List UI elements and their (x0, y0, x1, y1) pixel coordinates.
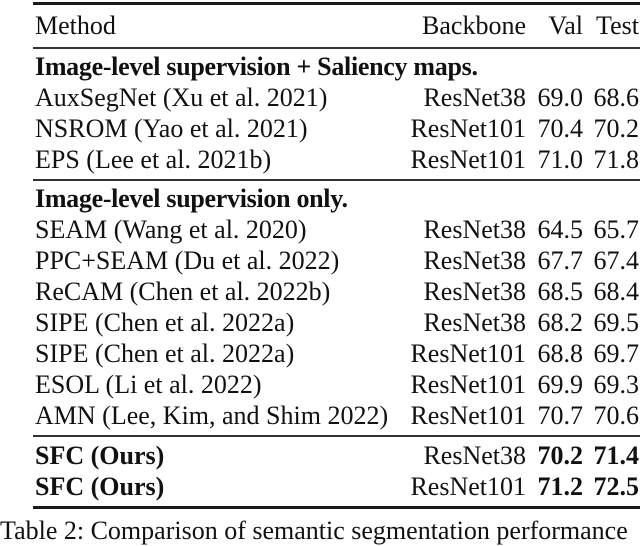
method-cell: ESOL (Li et al. 2022) (35, 370, 262, 399)
table-row: AuxSegNet (Xu et al. 2021) ResNet38 69.0… (33, 82, 640, 113)
backbone-cell: ResNet101 (410, 472, 526, 501)
section-title: Image-level supervision only. (35, 184, 348, 213)
val-cell: 69.9 (537, 370, 584, 399)
table-row: SIPE (Chen et al. 2022a) ResNet38 68.2 6… (33, 307, 640, 338)
method-cell: SEAM (Wang et al. 2020) (35, 215, 307, 244)
section-rule (33, 179, 640, 181)
method-cell: SIPE (Chen et al. 2022a) (35, 308, 295, 337)
backbone-cell: ResNet101 (410, 145, 526, 174)
table-row-ours: SFC (Ours) ResNet101 71.2 72.5 (33, 471, 640, 502)
header-test: Test (596, 11, 639, 40)
val-cell: 67.7 (537, 246, 584, 275)
backbone-cell: ResNet101 (410, 339, 526, 368)
backbone-cell: ResNet38 (423, 83, 526, 112)
val-cell: 68.8 (537, 339, 584, 368)
test-cell: 69.7 (593, 339, 640, 368)
bottom-rule (33, 506, 640, 509)
table-row: AMN (Lee, Kim, and Shim 2022) ResNet101 … (33, 400, 640, 431)
val-cell: 69.0 (537, 83, 584, 112)
results-table: Method Backbone Val Test Image-level sup… (33, 2, 640, 509)
val-cell: 71.2 (537, 472, 584, 501)
test-cell: 65.7 (593, 215, 640, 244)
method-cell: SIPE (Chen et al. 2022a) (35, 339, 295, 368)
test-cell: 68.6 (593, 83, 640, 112)
header-method: Method (35, 11, 116, 40)
backbone-cell: ResNet101 (410, 370, 526, 399)
backbone-cell: ResNet38 (423, 215, 526, 244)
val-cell: 68.2 (537, 308, 584, 337)
val-cell: 71.0 (537, 145, 584, 174)
method-cell: PPC+SEAM (Du et al. 2022) (35, 246, 340, 275)
backbone-cell: ResNet38 (423, 308, 526, 337)
backbone-cell: ResNet38 (423, 246, 526, 275)
section-title: Image-level supervision + Saliency maps. (35, 52, 478, 81)
test-cell: 68.4 (593, 277, 640, 306)
val-cell: 70.2 (537, 441, 584, 470)
test-cell: 72.5 (593, 472, 640, 501)
method-cell: ReCAM (Chen et al. 2022b) (35, 277, 331, 306)
ours-rule (33, 435, 640, 437)
backbone-cell: ResNet101 (410, 401, 526, 430)
method-cell: NSROM (Yao et al. 2021) (35, 114, 308, 143)
test-cell: 70.6 (593, 401, 640, 430)
val-cell: 68.5 (537, 277, 584, 306)
backbone-cell: ResNet38 (423, 277, 526, 306)
val-cell: 64.5 (537, 215, 584, 244)
test-cell: 71.4 (593, 441, 640, 470)
table-row: NSROM (Yao et al. 2021) ResNet101 70.4 7… (33, 113, 640, 144)
table-row: EPS (Lee et al. 2021b) ResNet101 71.0 71… (33, 144, 640, 175)
val-cell: 70.4 (537, 114, 584, 143)
header-rule (33, 47, 640, 49)
backbone-cell: ResNet38 (423, 441, 526, 470)
section-title-image-only: Image-level supervision only. (33, 183, 640, 214)
section-title-saliency: Image-level supervision + Saliency maps. (33, 51, 640, 82)
backbone-cell: ResNet101 (410, 114, 526, 143)
header-val: Val (548, 11, 583, 40)
table-row: SEAM (Wang et al. 2020) ResNet38 64.5 65… (33, 214, 640, 245)
header-backbone: Backbone (422, 11, 526, 40)
test-cell: 71.8 (593, 145, 640, 174)
method-cell: AMN (Lee, Kim, and Shim 2022) (35, 401, 389, 430)
method-cell: SFC (Ours) (35, 472, 165, 501)
method-cell: EPS (Lee et al. 2021b) (35, 145, 272, 174)
test-cell: 69.3 (593, 370, 640, 399)
table-row: PPC+SEAM (Du et al. 2022) ResNet38 67.7 … (33, 245, 640, 276)
table-row: ReCAM (Chen et al. 2022b) ResNet38 68.5 … (33, 276, 640, 307)
val-cell: 70.7 (537, 401, 584, 430)
method-cell: AuxSegNet (Xu et al. 2021) (35, 83, 328, 112)
table-row: ESOL (Li et al. 2022) ResNet101 69.9 69.… (33, 369, 640, 400)
test-cell: 69.5 (593, 308, 640, 337)
test-cell: 70.2 (593, 114, 640, 143)
method-cell: SFC (Ours) (35, 441, 165, 470)
table-header-row: Method Backbone Val Test (33, 5, 640, 47)
test-cell: 67.4 (593, 246, 640, 275)
table-row-ours: SFC (Ours) ResNet38 70.2 71.4 (33, 440, 640, 471)
table-row: SIPE (Chen et al. 2022a) ResNet101 68.8 … (33, 338, 640, 369)
table-caption: Table 2: Comparison of semantic segmenta… (0, 516, 628, 545)
